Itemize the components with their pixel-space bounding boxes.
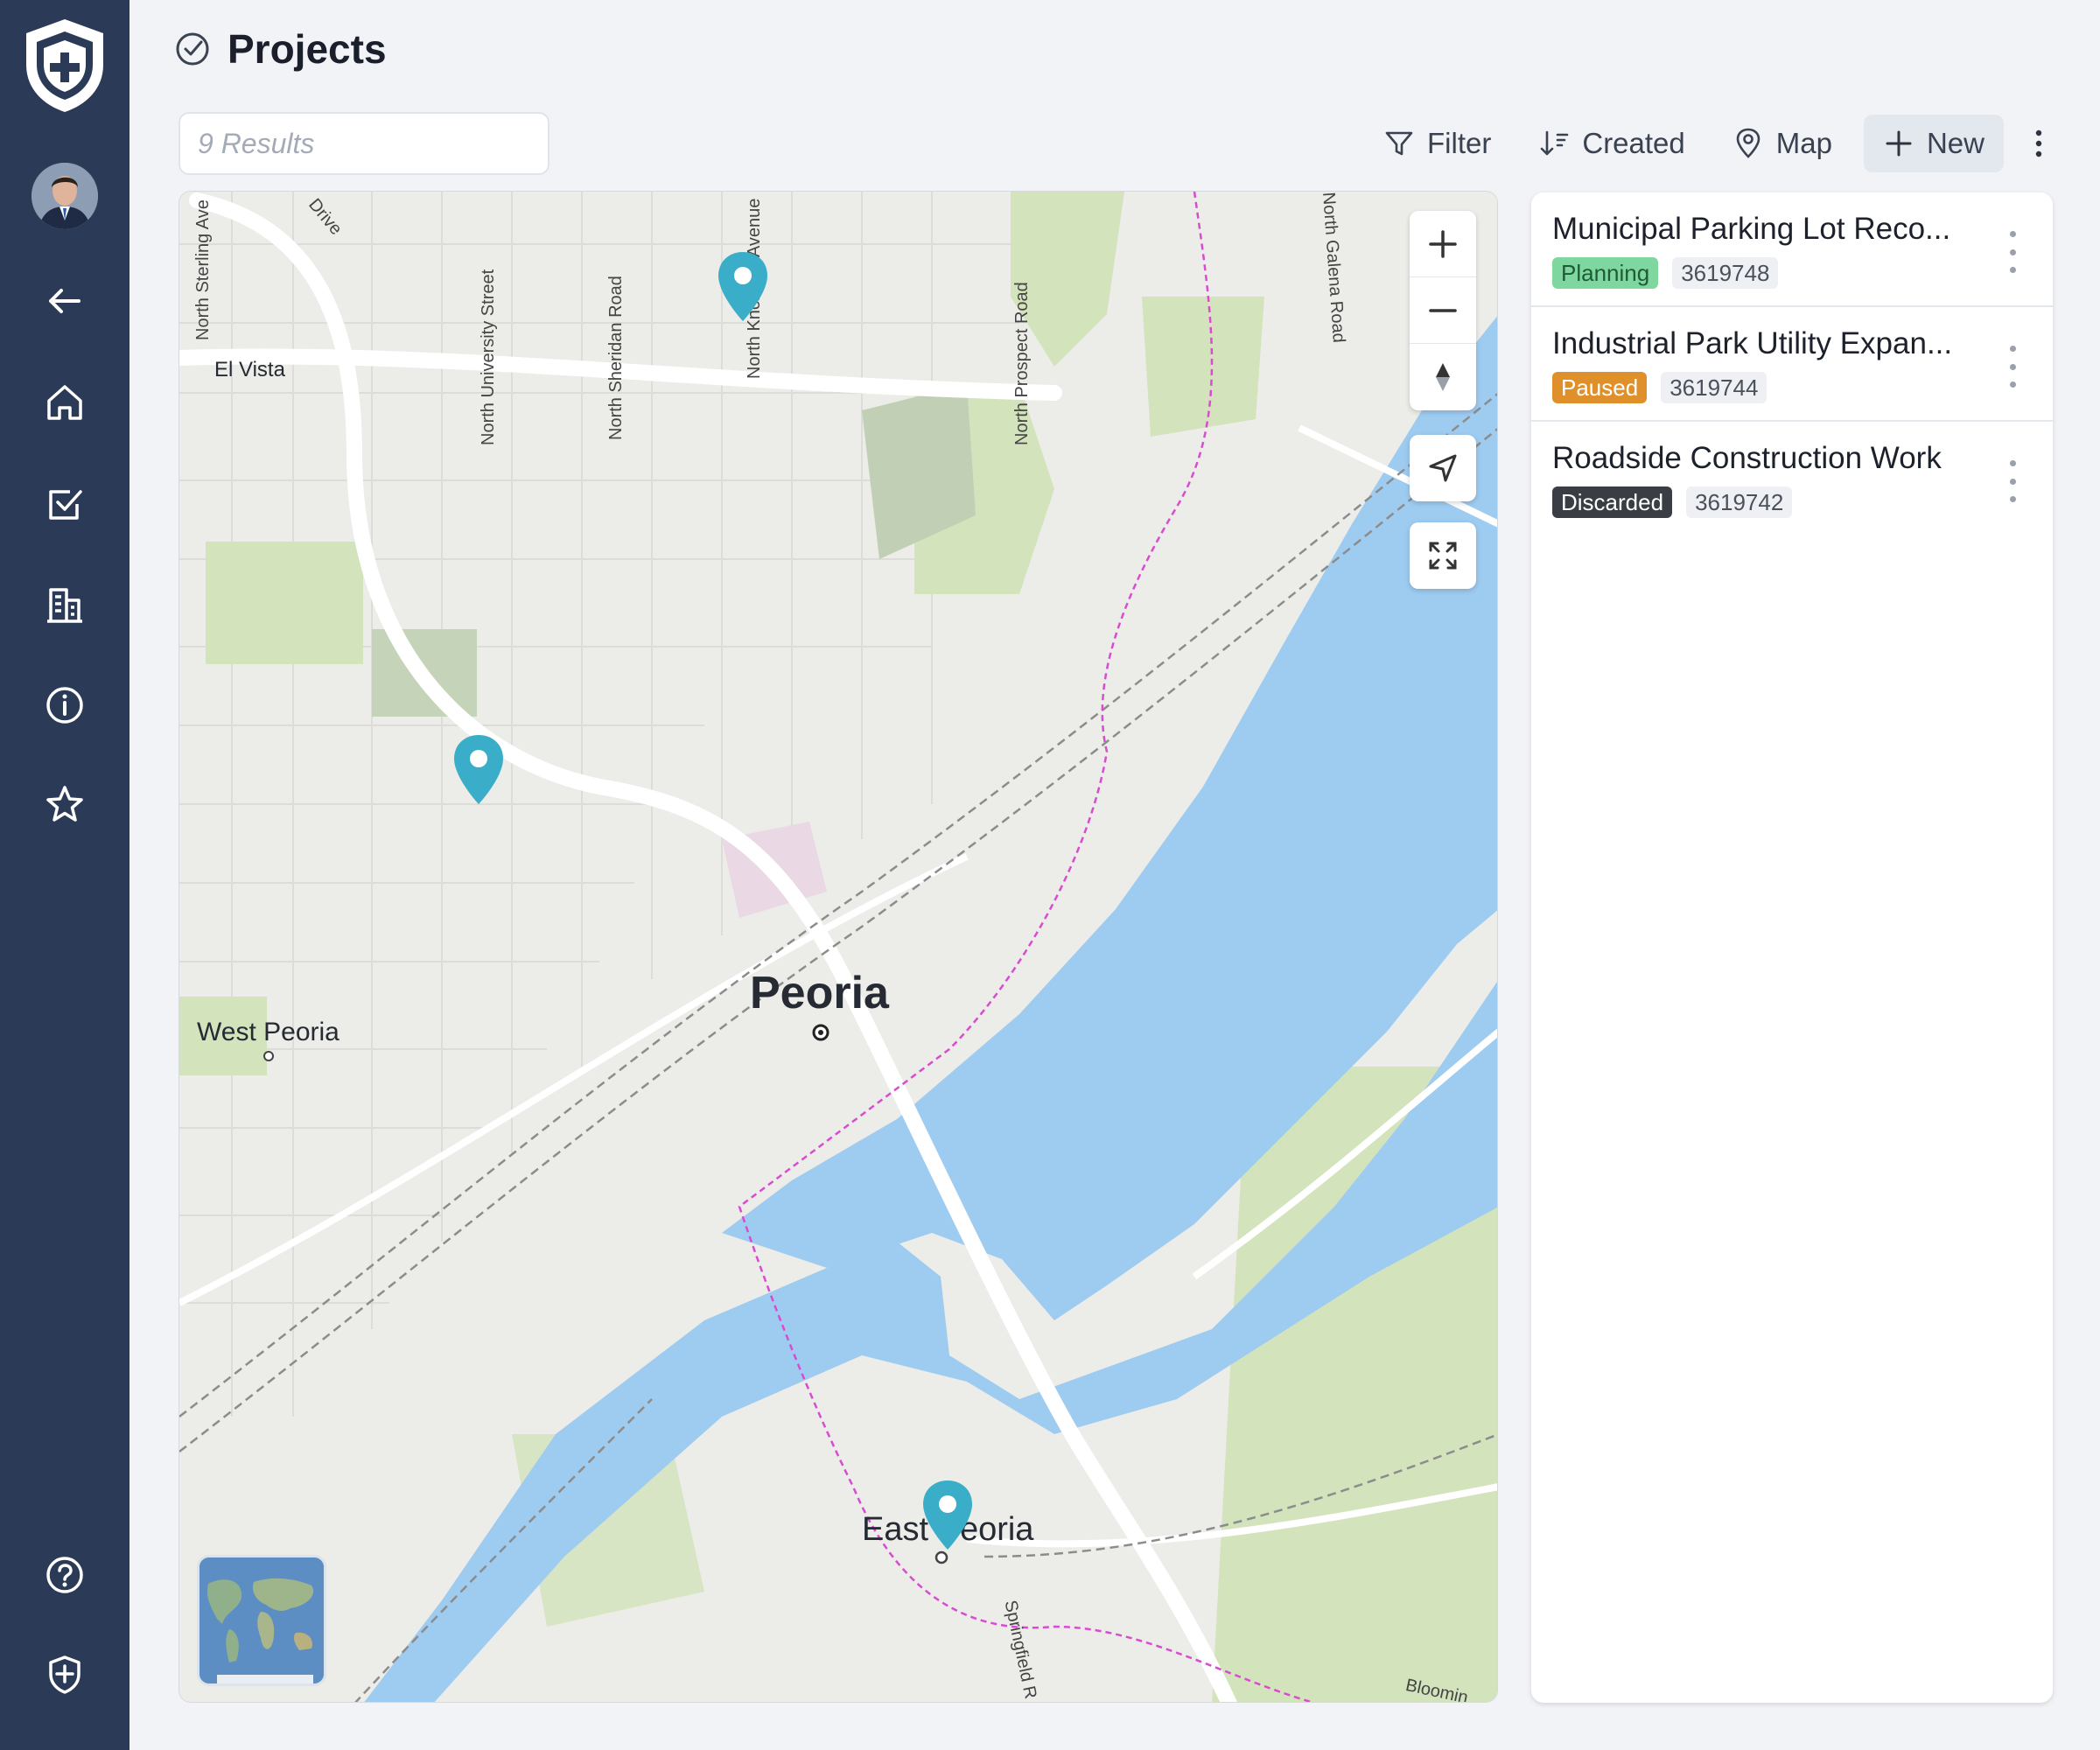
locate-me-button[interactable] <box>1410 435 1476 501</box>
filter-button[interactable]: Filter <box>1368 115 1507 172</box>
card-more-button[interactable] <box>2004 346 2021 388</box>
road-label-sheridan: North Sheridan Road <box>606 276 626 440</box>
map-marker-pin[interactable] <box>451 732 507 806</box>
city-label-el-vista: El Vista <box>214 358 285 382</box>
project-id: 3619748 <box>1672 257 1779 289</box>
project-list: Municipal Parking Lot Reco... Planning 3… <box>1531 192 2053 1703</box>
project-title: Municipal Parking Lot Reco... <box>1552 212 1951 246</box>
page-title: Projects <box>228 26 387 72</box>
sort-desc-icon <box>1541 130 1569 156</box>
status-badge: Planning <box>1552 257 1659 289</box>
map-base-layer <box>179 192 1497 1702</box>
expand-icon <box>1429 542 1457 570</box>
fullscreen-button[interactable] <box>1410 522 1476 589</box>
help-icon[interactable] <box>38 1549 91 1601</box>
toolbar: Filter Created Map New <box>1368 112 2058 175</box>
project-card[interactable]: Roadside Construction Work Discarded 361… <box>1531 422 2053 536</box>
star-icon[interactable] <box>38 779 91 831</box>
compass-icon <box>1436 363 1450 391</box>
kebab-menu-icon <box>2035 130 2042 158</box>
world-minimap[interactable] <box>197 1555 326 1686</box>
project-id: 3619744 <box>1661 372 1768 403</box>
map-pin-icon <box>1736 128 1760 158</box>
road-label-sterling: North Sterling Ave <box>193 200 213 340</box>
funnel-icon <box>1385 131 1413 156</box>
road-label-prospect: North Prospect Road <box>1012 282 1032 445</box>
zoom-in-button[interactable] <box>1410 211 1476 277</box>
locate-control <box>1410 435 1476 501</box>
map-view-label: Map <box>1775 127 1832 159</box>
city-dot-east-peoria <box>934 1550 948 1564</box>
user-avatar[interactable] <box>32 163 98 229</box>
zoom-out-button[interactable] <box>1410 277 1476 344</box>
shield-icon[interactable] <box>38 1648 91 1701</box>
city-dot-peoria <box>812 1024 830 1041</box>
map-view[interactable]: North Sterling Ave Drive North Universit… <box>178 191 1498 1703</box>
map-marker-pin[interactable] <box>715 249 771 323</box>
compass-button[interactable] <box>1410 344 1476 410</box>
project-title: Industrial Park Utility Expan... <box>1552 326 1953 360</box>
zoom-controls <box>1410 211 1476 410</box>
project-id: 3619742 <box>1686 486 1793 518</box>
filter-label: Filter <box>1427 127 1492 159</box>
project-title: Roadside Construction Work <box>1552 441 1942 475</box>
sidebar <box>0 0 130 1750</box>
status-badge: Paused <box>1552 372 1648 403</box>
search-input[interactable] <box>178 112 550 175</box>
card-more-button[interactable] <box>2004 231 2021 273</box>
map-view-button[interactable]: Map <box>1717 115 1848 172</box>
sort-label: Created <box>1582 127 1685 159</box>
map-marker-pin[interactable] <box>920 1478 976 1551</box>
page-header: Projects <box>173 21 387 77</box>
city-dot-west-peoria <box>263 1051 274 1061</box>
check-circle-icon <box>176 32 209 66</box>
project-card[interactable]: Municipal Parking Lot Reco... Planning 3… <box>1531 192 2053 307</box>
status-badge: Discarded <box>1552 486 1673 518</box>
minus-icon <box>1429 308 1457 312</box>
building-icon[interactable] <box>38 579 91 632</box>
city-label-west-peoria: West Peoria <box>197 1018 340 1046</box>
card-more-button[interactable] <box>2004 460 2021 502</box>
back-arrow-icon[interactable] <box>38 275 91 327</box>
info-icon[interactable] <box>38 679 91 732</box>
new-label: New <box>1926 127 1984 159</box>
sort-button[interactable]: Created <box>1522 115 1700 172</box>
world-map-icon <box>200 1558 324 1684</box>
new-project-button[interactable]: New <box>1863 115 2004 172</box>
app-logo-shield-icon[interactable] <box>19 16 110 116</box>
fullscreen-control <box>1410 522 1476 589</box>
project-card[interactable]: Industrial Park Utility Expan... Paused … <box>1531 307 2053 422</box>
more-options-button[interactable] <box>2020 115 2058 172</box>
navigation-arrow-icon <box>1429 454 1457 482</box>
home-icon[interactable] <box>38 376 91 429</box>
plus-icon <box>1886 130 1912 157</box>
road-label-university: North University Street <box>479 269 498 445</box>
plus-icon <box>1429 229 1457 258</box>
checkbox-icon[interactable] <box>38 478 91 530</box>
city-label-peoria: Peoria <box>750 968 889 1018</box>
